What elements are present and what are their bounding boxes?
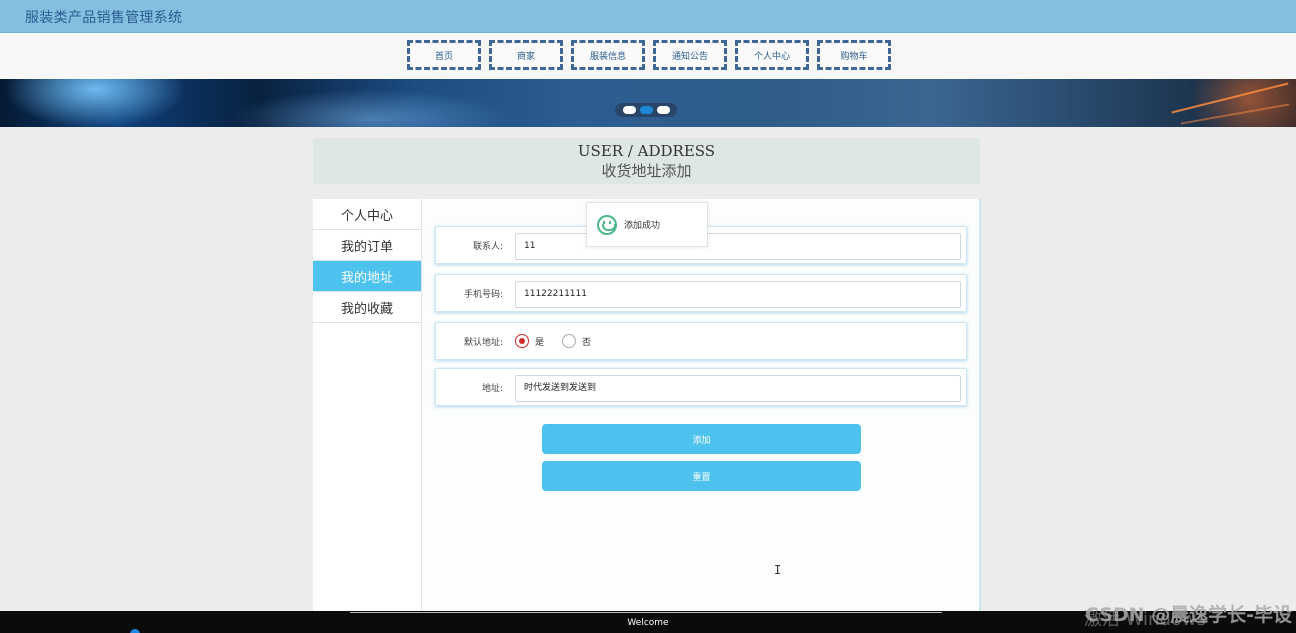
app-title: 服装类产品销售管理系统 (25, 10, 183, 26)
carousel-dot-active[interactable] (639, 106, 653, 114)
contact-input[interactable]: 11 (515, 233, 961, 260)
contact-label: 联系人: (472, 241, 503, 252)
add-button[interactable]: 添加 (542, 424, 861, 454)
sidebar-item-address[interactable]: 我的地址 (313, 261, 421, 292)
reset-button[interactable]: 重置 (542, 461, 861, 491)
form-row-address: 地址: 时代发送到发送到 I (435, 368, 967, 577)
nav-item-profile[interactable]: 个人中心 (735, 40, 809, 70)
toast-message: 添加成功 (624, 221, 661, 231)
smile-icon (597, 214, 617, 235)
nav-item-cart[interactable]: 购物车 (817, 40, 891, 70)
user-sidebar: 个人中心 我的订单 我的地址 我的收藏 (313, 199, 422, 611)
banner-light-streak (1171, 82, 1289, 114)
banner-carousel (0, 79, 1296, 127)
text-cursor-icon: I (774, 563, 782, 577)
nav-item-notice[interactable]: 通知公告 (653, 40, 727, 70)
sidebar-item-orders[interactable]: 我的订单 (313, 230, 421, 261)
carousel-indicator (615, 103, 677, 117)
csdn-watermark: CSDN @晨逸学长-毕设 (1084, 604, 1292, 626)
success-toast: 添加成功 (586, 202, 708, 247)
default-yes-radio[interactable] (515, 334, 529, 348)
page-title: 收货地址添加 (601, 162, 692, 180)
default-no-radio[interactable] (562, 334, 577, 348)
phone-input[interactable]: 11122211111 (515, 281, 961, 308)
page-title-en: USER / ADDRESS (577, 142, 716, 160)
nav-item-home[interactable]: 首页 (407, 40, 481, 70)
sidebar-item-profile[interactable]: 个人中心 (313, 199, 421, 230)
footer-divider (350, 612, 942, 613)
address-input[interactable]: 时代发送到发送到 (515, 375, 961, 402)
default-address-label: 默认地址: (463, 337, 503, 348)
default-address-radio-group: 是 否 (515, 334, 609, 348)
form-row-default: 默认地址: 是 否 (435, 322, 967, 360)
nav-list: 首页 商家 服装信息 通知公告 个人中心 购物车 (407, 40, 891, 70)
page-header: USER / ADDRESS 收货地址添加 (313, 138, 980, 184)
form-row-phone: 手机号码: 11122211111 (435, 274, 967, 312)
carousel-dot[interactable] (622, 106, 636, 114)
sidebar-item-favorites[interactable]: 我的收藏 (313, 292, 421, 323)
address-form: 联系人: 11 手机号码: 11122211111 默认地址: 是 否 地址: … (422, 199, 981, 611)
default-yes-label: 是 (535, 337, 545, 348)
nav-item-clothing[interactable]: 服装信息 (571, 40, 645, 70)
main-nav: 首页 商家 服装信息 通知公告 个人中心 购物车 (0, 33, 1296, 79)
default-no-label: 否 (582, 337, 592, 348)
carousel-dot[interactable] (656, 106, 670, 114)
address-label: 地址: (481, 383, 503, 394)
top-bar: 服装类产品销售管理系统 (0, 0, 1296, 33)
nav-item-merchant[interactable]: 商家 (489, 40, 563, 70)
phone-label: 手机号码: (463, 289, 503, 300)
